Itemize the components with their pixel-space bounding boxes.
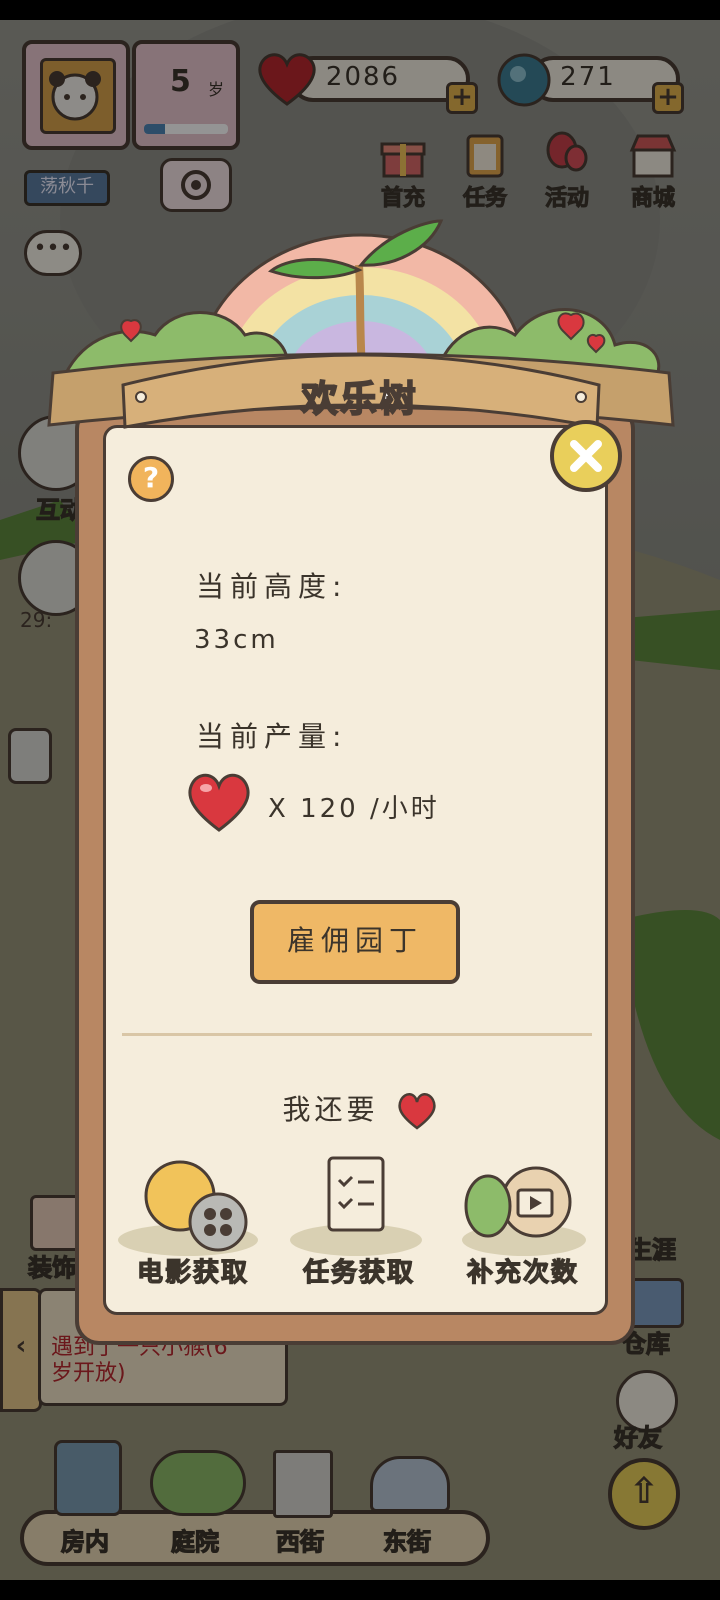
output-label: 当前产量: bbox=[196, 720, 348, 753]
close-icon bbox=[570, 440, 602, 472]
output-value: X 120 /小时 bbox=[268, 794, 440, 824]
panel-title: 欢乐树 bbox=[300, 378, 419, 421]
small-heart-icon bbox=[398, 1093, 437, 1130]
film-reel-icon bbox=[118, 1160, 258, 1256]
want-more-label: 我还要 bbox=[282, 1093, 379, 1126]
refill-times-label: 补充次数 bbox=[466, 1257, 579, 1288]
close-button[interactable] bbox=[550, 420, 622, 492]
divider bbox=[122, 1033, 592, 1036]
video-refill-icon bbox=[462, 1166, 586, 1256]
checklist-icon bbox=[290, 1156, 422, 1256]
want-more-row: 我还要 bbox=[0, 1088, 720, 1130]
height-value: 33cm bbox=[194, 625, 279, 655]
hire-gardener-button[interactable]: 雇佣园丁 bbox=[250, 900, 460, 984]
help-button[interactable]: ? bbox=[128, 456, 174, 502]
movie-get-option[interactable]: 电影获取 bbox=[118, 1150, 268, 1300]
heart-icon bbox=[188, 773, 250, 832]
movie-get-label: 电影获取 bbox=[136, 1257, 249, 1288]
task-get-option[interactable]: 任务获取 bbox=[284, 1150, 434, 1300]
refill-times-option[interactable]: 补充次数 bbox=[448, 1150, 598, 1300]
task-get-label: 任务获取 bbox=[302, 1257, 415, 1288]
height-label: 当前高度: bbox=[196, 570, 348, 603]
